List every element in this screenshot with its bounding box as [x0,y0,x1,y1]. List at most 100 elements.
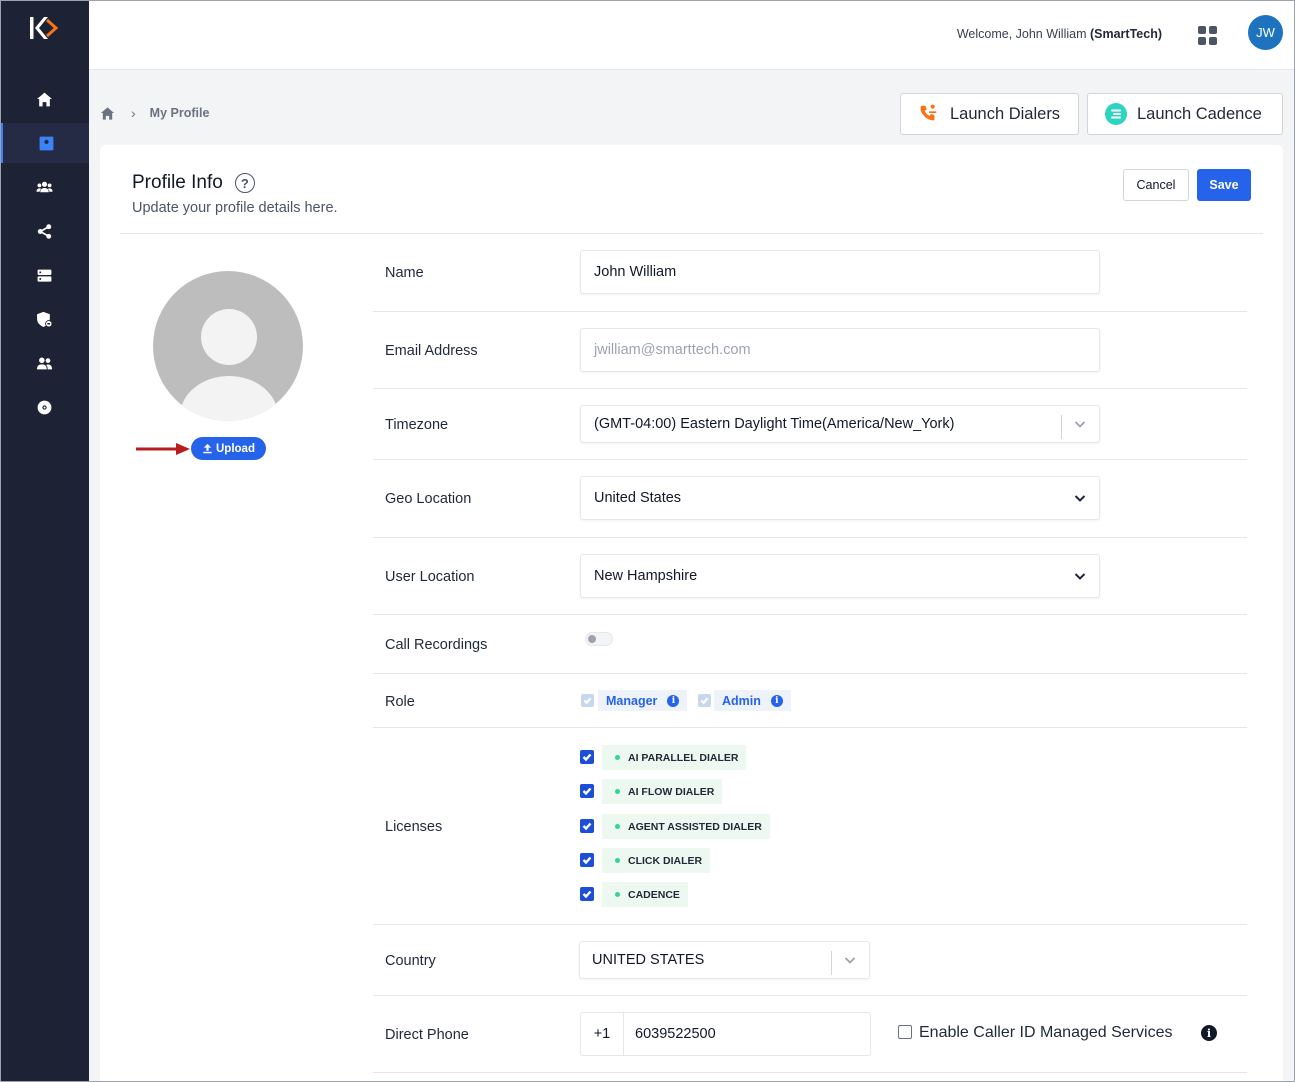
caller-id-label: Enable Caller ID Managed Services [919,1024,1173,1041]
role-tag-manager: Manager i [598,690,688,711]
license-tag: AI FLOW DIALER [602,779,723,804]
upload-icon [203,443,212,454]
user-avatar[interactable]: JW [1248,15,1283,50]
country-select[interactable]: UNITED STATES [579,941,870,979]
shield-icon [37,311,53,327]
name-input[interactable]: John William [580,250,1100,294]
role-label: Role [385,694,415,710]
email-label: Email Address [385,343,478,359]
sidebar [0,0,89,1082]
country-label: Country [385,953,436,969]
chevron-down-icon [843,953,857,967]
license-checkbox[interactable] [580,853,594,867]
disc-icon [37,400,52,414]
upload-button[interactable]: Upload [191,437,266,460]
manager-checkbox [581,694,594,707]
license-tag: AGENT ASSISTED DIALER [602,814,770,839]
info-icon[interactable]: i [667,694,680,707]
breadcrumb-home-icon[interactable] [100,106,115,121]
user-location-label: User Location [385,569,475,585]
admin-checkbox [698,694,711,707]
license-checkbox[interactable] [580,819,594,833]
launch-dialers-button[interactable]: Launch Dialers [900,93,1079,135]
user-location-select[interactable]: New Hampshire [580,554,1100,598]
timezone-select[interactable]: (GMT-04:00) Eastern Daylight Time(Americ… [580,405,1100,443]
launch-dialers-label: Launch Dialers [950,104,1061,123]
license-tag: AI PARALLEL DIALER [602,745,747,770]
divider [120,233,1263,234]
sidebar-item-home[interactable] [0,79,89,119]
chevron-down-icon [1073,569,1087,583]
divider [373,388,1247,389]
divider [373,537,1247,538]
divider [373,1072,1247,1073]
sidebar-item-share[interactable] [0,211,89,251]
breadcrumb: › My Profile [100,105,209,121]
cadence-icon [1104,102,1128,126]
direct-phone-label: Direct Phone [385,1027,469,1043]
timezone-label: Timezone [385,417,449,433]
save-button[interactable]: Save [1197,169,1251,201]
license-tag: CLICK DIALER [602,848,711,873]
team-icon [36,357,53,369]
divider [373,673,1247,674]
sidebar-item-profile[interactable] [0,123,89,163]
geo-location-select[interactable]: United States [580,476,1100,520]
sidebar-item-team[interactable] [0,343,89,383]
divider [373,924,1247,925]
arrow-right-icon [136,443,190,455]
divider [373,459,1247,460]
user-location-value: New Hampshire [594,568,698,584]
server-icon [37,269,52,282]
license-checkbox[interactable] [580,887,594,901]
welcome-text: Welcome, John William (SmartTech) [956,27,1162,41]
geo-location-label: Geo Location [385,491,472,507]
profile-title: Profile Info [132,172,223,193]
divider [373,614,1247,615]
phone-input[interactable]: 6039522500 [623,1012,871,1056]
cancel-button[interactable]: Cancel [1123,169,1189,201]
page-title: Profile Info ? [132,172,255,194]
divider [373,727,1247,728]
name-label: Name [385,265,424,281]
divider [373,995,1247,996]
chevron-down-icon [1073,417,1087,431]
help-icon[interactable]: ? [234,173,255,193]
role-tag-admin: Admin i [714,690,791,711]
upload-label: Upload [216,442,255,455]
apps-grid-icon[interactable] [1198,26,1217,45]
app-logo[interactable] [27,14,63,42]
divider [373,311,1247,312]
home-icon [37,92,52,106]
profile-picture [153,271,303,421]
profile-icon [39,136,53,150]
sidebar-item-servers[interactable] [0,255,89,295]
sidebar-item-security[interactable] [0,299,89,339]
sidebar-item-groups[interactable] [0,167,89,207]
license-checkbox[interactable] [580,784,594,798]
dialer-icon [917,102,941,126]
launch-cadence-label: Launch Cadence [1137,104,1262,123]
licenses-label: Licenses [385,819,443,835]
call-recordings-label: Call Recordings [385,637,488,653]
info-icon[interactable]: i [1201,1025,1217,1041]
launch-cadence-button[interactable]: Launch Cadence [1087,93,1283,135]
timezone-value: (GMT-04:00) Eastern Daylight Time(Americ… [594,416,955,432]
breadcrumb-current: My Profile [149,106,210,120]
caller-id-checkbox[interactable] [898,1025,912,1039]
sidebar-item-disc[interactable] [0,387,89,427]
share-icon [37,223,52,239]
phone-country-code: +1 [580,1012,623,1056]
chevron-down-icon [1073,491,1087,505]
profile-card: Profile Info ? Update your profile detai… [100,145,1283,1082]
geo-location-value: United States [594,490,682,506]
call-recordings-toggle[interactable] [585,632,613,646]
info-icon[interactable]: i [770,694,783,707]
users-group-icon [36,181,53,192]
license-checkbox[interactable] [580,750,594,764]
top-header: Welcome, John William (SmartTech) JW [89,0,1295,70]
chevron-right-icon: › [131,105,136,121]
page-subtitle: Update your profile details here. [132,200,338,216]
country-value: UNITED STATES [592,952,705,968]
email-input: jwilliam@smarttech.com [580,328,1100,372]
